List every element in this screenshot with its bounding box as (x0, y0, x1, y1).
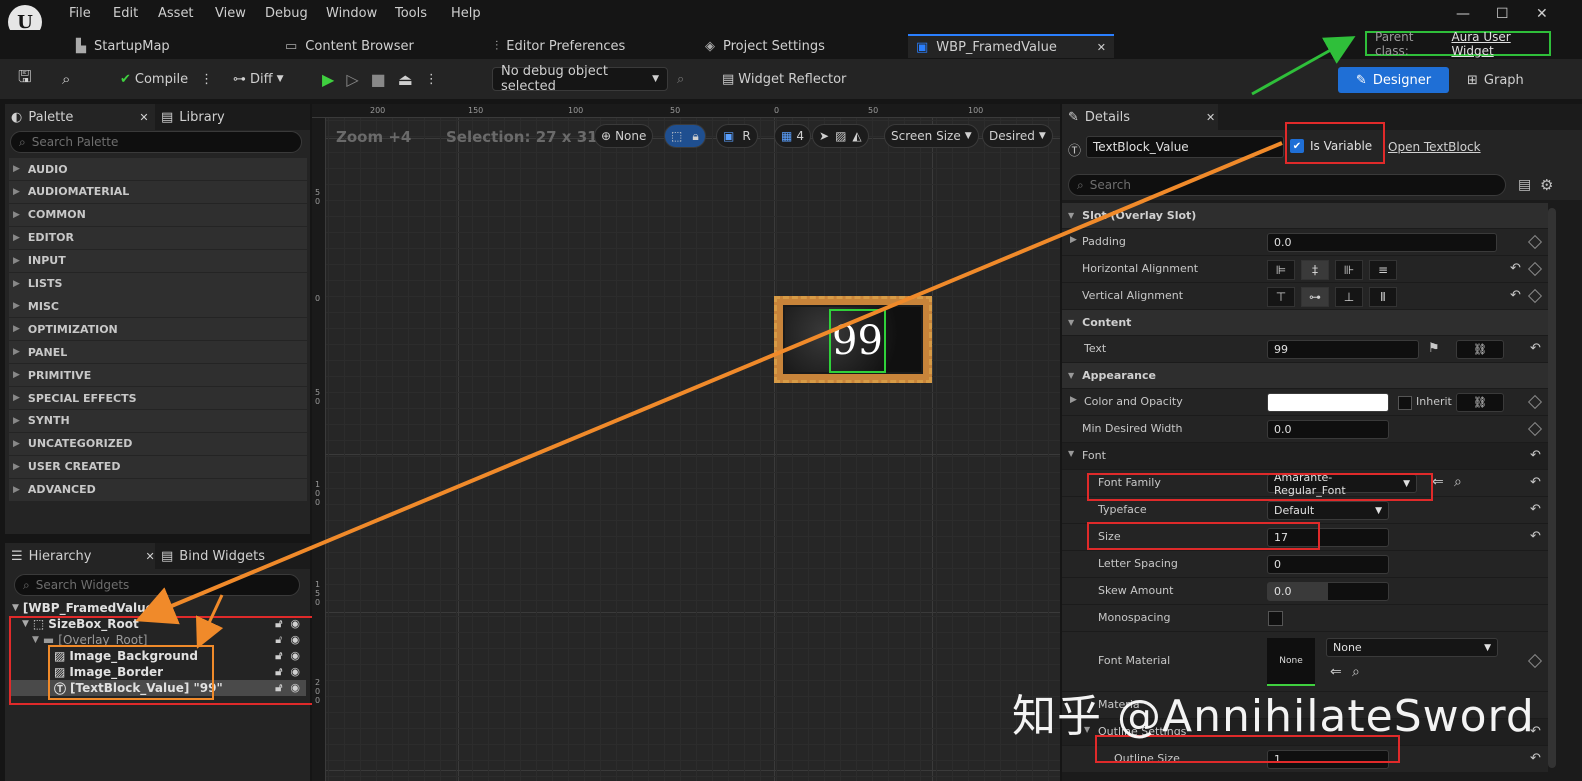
watermark-text: 知乎 @AnnihilateSword (1012, 691, 1535, 742)
arrow-orange-to-hierarchy (135, 141, 1283, 625)
annotation-arrows (135, 36, 1356, 649)
arrow-orange-to-images (195, 594, 224, 649)
arrow-green-to-parent-class (1251, 36, 1356, 96)
